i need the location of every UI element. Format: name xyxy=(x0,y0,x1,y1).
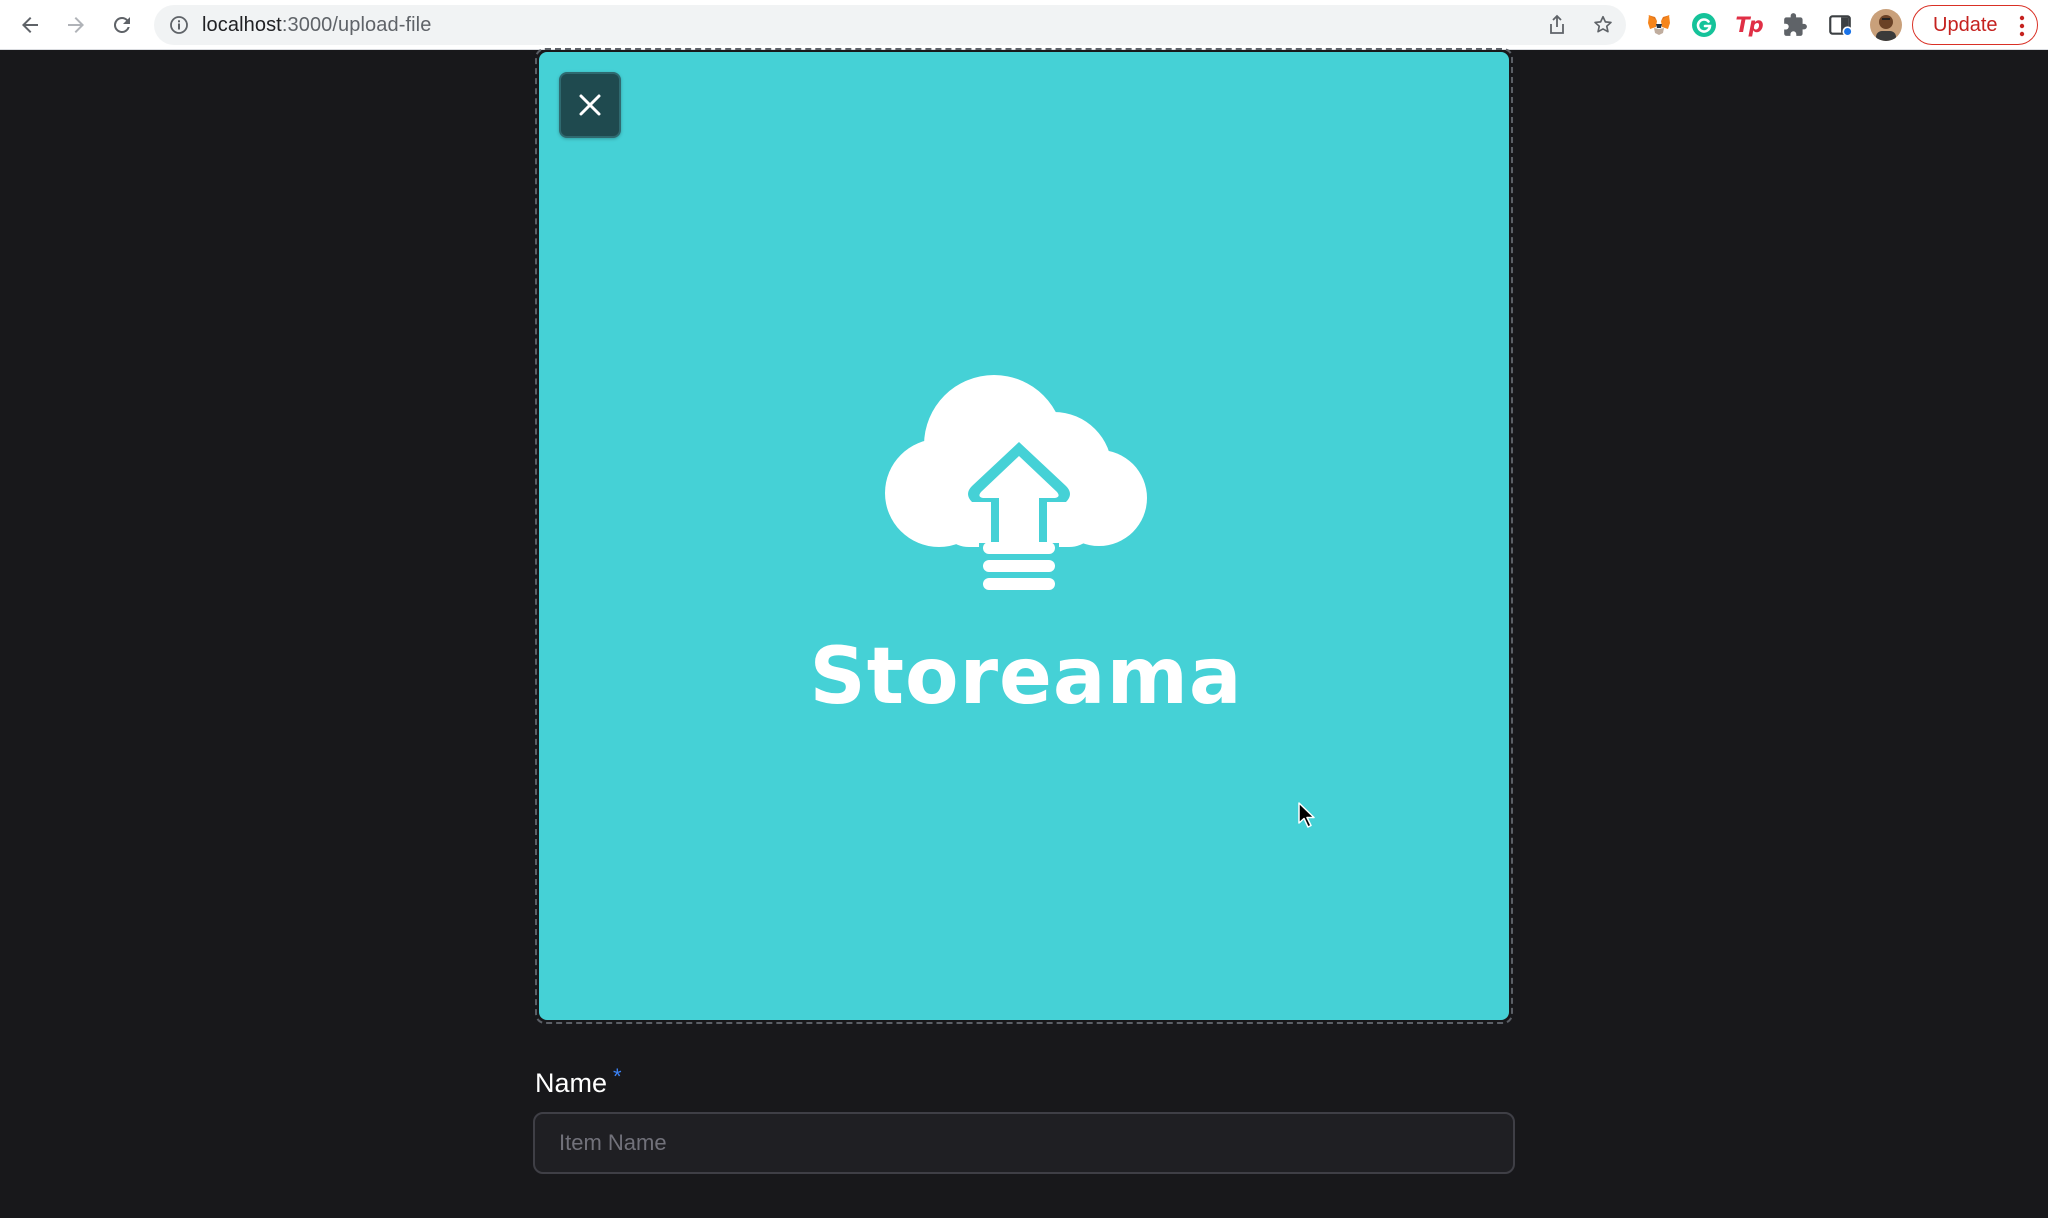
reload-button[interactable] xyxy=(103,6,141,44)
required-asterisk: * xyxy=(613,1064,622,1089)
share-icon[interactable] xyxy=(1544,12,1570,38)
metamask-icon[interactable] xyxy=(1645,11,1673,39)
upload-dropzone[interactable]: Storeama xyxy=(535,48,1513,1024)
site-info-icon[interactable] xyxy=(168,14,190,36)
cloud-upload-icon xyxy=(885,375,1147,590)
address-bar[interactable]: localhost:3000/upload-file xyxy=(154,5,1626,45)
back-button[interactable] xyxy=(11,6,49,44)
grammarly-icon[interactable] xyxy=(1690,11,1718,39)
forward-button[interactable] xyxy=(57,6,95,44)
name-label-text: Name xyxy=(535,1068,608,1098)
more-vert-icon xyxy=(2019,15,2025,37)
tp-icon[interactable]: Tp xyxy=(1735,11,1763,39)
bookmark-star-icon[interactable] xyxy=(1590,12,1616,38)
remove-image-button[interactable] xyxy=(559,72,621,138)
url-text: localhost:3000/upload-file xyxy=(202,14,432,36)
browser-toolbar: localhost:3000/upload-file Tp Update xyxy=(0,0,2048,50)
arrow-left-icon xyxy=(22,17,38,33)
image-preview: Storeama xyxy=(539,52,1509,1020)
update-label: Update xyxy=(1933,13,1998,36)
profile-avatar[interactable] xyxy=(1870,9,1902,41)
mouse-cursor-icon xyxy=(1298,802,1315,828)
name-field-label: Name * xyxy=(535,1064,622,1099)
arrow-right-icon xyxy=(68,17,84,33)
close-icon xyxy=(579,94,601,116)
brand-name: Storeama xyxy=(809,632,1243,722)
reload-icon xyxy=(113,16,130,33)
puzzle-extensions-icon[interactable] xyxy=(1781,11,1809,39)
side-panel-icon[interactable] xyxy=(1826,11,1854,39)
item-name-input[interactable] xyxy=(533,1112,1515,1174)
brand-logo: Storeama xyxy=(539,370,1509,770)
update-button[interactable]: Update xyxy=(1912,5,2038,45)
